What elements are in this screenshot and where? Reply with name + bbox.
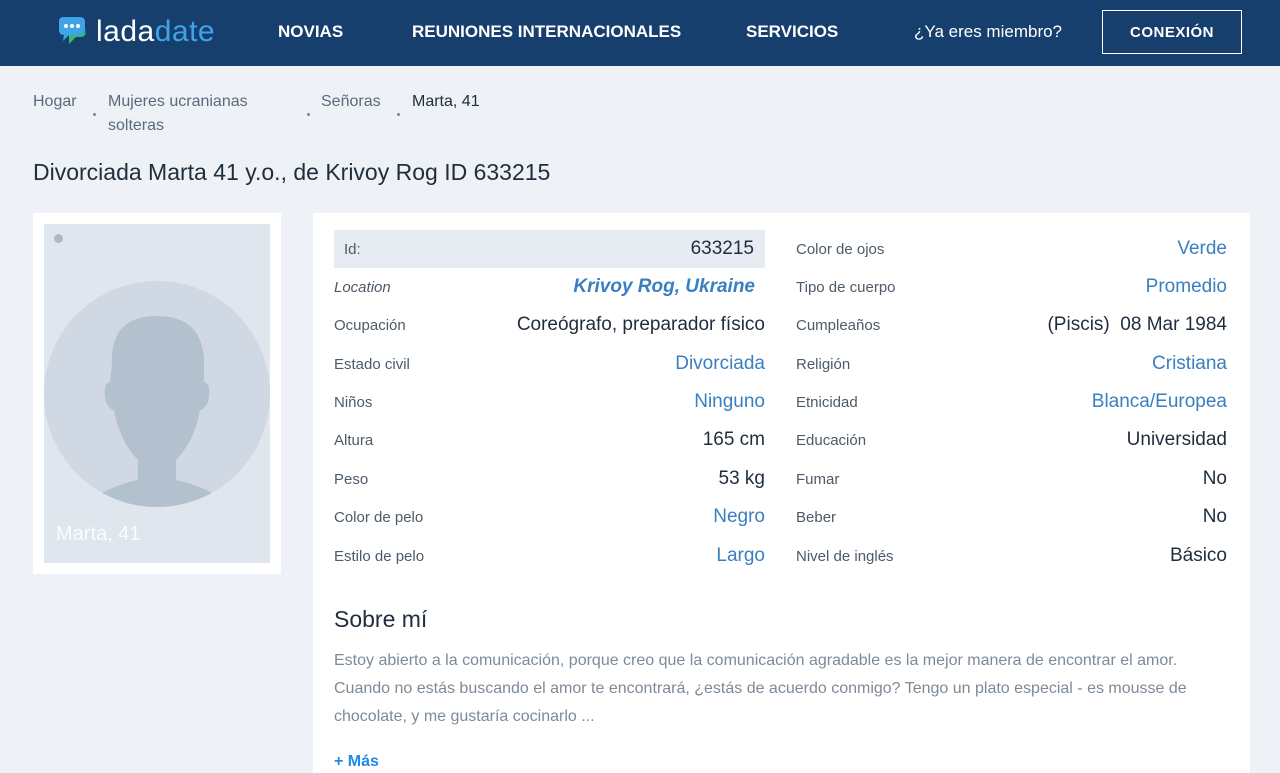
birthday-value: (Piscis) 08 Mar 1984 (1047, 314, 1227, 335)
profile-photo[interactable]: Marta, 41 (44, 224, 270, 563)
children-value[interactable]: Ninguno (694, 391, 765, 413)
user-silhouette-icon (44, 281, 270, 507)
chat-bubble-icon (56, 17, 88, 47)
hair-style-label: Estilo de pelo (334, 548, 425, 565)
page-title: Divorciada Marta 41 y.o., de Krivoy Rog … (33, 159, 551, 185)
hair-style-value[interactable]: Largo (716, 545, 765, 567)
logo-text-part2: date (154, 15, 216, 48)
nav-novias-link[interactable]: NOVIAS (278, 22, 343, 42)
breadcrumb-home-link[interactable]: Hogar (33, 90, 77, 114)
english-level-value: Básico (1169, 545, 1227, 566)
children-label: Niños (334, 394, 373, 411)
occupation-label: Ocupación (334, 317, 406, 334)
religion-label: Religión (796, 356, 851, 373)
weight-value: 53 kg (718, 468, 765, 489)
profile-photo-card: Marta, 41 (33, 213, 281, 574)
about-text: Estoy abierto a la comunicación, porque … (334, 652, 1187, 725)
logo-wordmark: ladadate (96, 15, 215, 49)
breadcrumb-separator (93, 113, 96, 116)
logo-text-part1: lada (96, 15, 155, 48)
photo-caption: Marta, 41 (56, 523, 141, 545)
education-value: Universidad (1126, 429, 1227, 450)
nav-services-link[interactable]: SERVICIOS (746, 22, 838, 42)
ethnicity-value[interactable]: Blanca/Europea (1092, 391, 1227, 413)
hair-color-value[interactable]: Negro (713, 506, 765, 528)
height-value: 165 cm (702, 429, 765, 450)
location-value[interactable]: Krivoy Rog, Ukraine (573, 276, 755, 298)
id-label: Id: (344, 241, 361, 258)
drinking-value: No (1202, 506, 1227, 527)
about-heading: Sobre mí (334, 606, 428, 632)
hair-color-label: Color de pelo (334, 509, 424, 526)
religion-value[interactable]: Cristiana (1152, 353, 1227, 375)
marital-status-value[interactable]: Divorciada (675, 353, 765, 375)
occupation-value: Coreógrafo, preparador físico (516, 314, 765, 335)
weight-label: Peso (334, 471, 369, 488)
profile-details-card: Id: 633215 Location Krivoy Rog, Ukraine … (313, 213, 1250, 773)
id-value: 633215 (690, 238, 754, 259)
top-navigation-bar: ladadate NOVIAS REUNIONES INTERNACIONALE… (0, 0, 1280, 66)
english-level-label: Nivel de inglés (796, 548, 894, 565)
breadcrumb-ladies-link[interactable]: Señoras (321, 90, 381, 114)
breadcrumb-separator (307, 113, 310, 116)
body-type-label: Tipo de cuerpo (796, 279, 896, 296)
site-logo[interactable]: ladadate (56, 14, 215, 50)
smoking-value: No (1202, 468, 1227, 489)
eye-color-label: Color de ojos (796, 241, 885, 258)
education-label: Educación (796, 432, 867, 449)
eye-color-value[interactable]: Verde (1177, 238, 1227, 260)
body-type-value[interactable]: Promedio (1146, 276, 1227, 298)
nav-international-meetings-link[interactable]: REUNIONES INTERNACIONALES (412, 22, 681, 42)
breadcrumb-current: Marta, 41 (412, 93, 480, 110)
marital-status-label: Estado civil (334, 356, 410, 373)
height-label: Altura (334, 432, 374, 449)
smoking-label: Fumar (796, 471, 840, 488)
breadcrumb-category-line2: solteras (108, 117, 165, 134)
show-more-link[interactable]: + Más (334, 753, 379, 771)
birthday-label: Cumpleaños (796, 317, 881, 334)
drinking-label: Beber (796, 509, 837, 526)
breadcrumb-category-link[interactable]: Mujeres ucranianas solteras (108, 90, 248, 138)
breadcrumb-category-line1: Mujeres ucranianas (108, 93, 248, 110)
login-button[interactable]: CONEXIÓN (1102, 10, 1242, 54)
member-question-text: ¿Ya eres miembro? (914, 22, 1063, 41)
location-label: Location (334, 279, 391, 296)
breadcrumb-separator (397, 113, 400, 116)
ethnicity-label: Etnicidad (796, 394, 858, 411)
